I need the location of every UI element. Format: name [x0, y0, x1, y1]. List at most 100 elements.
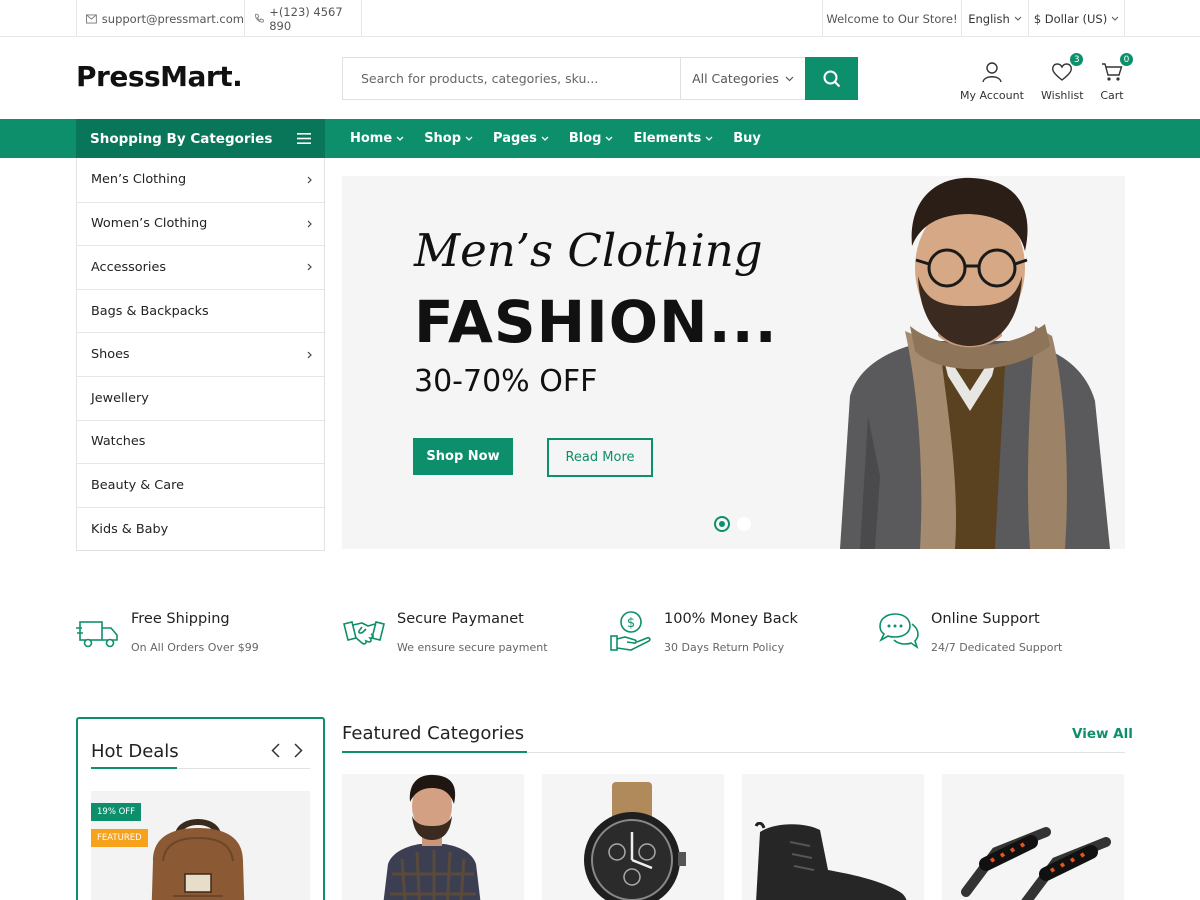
chevron-down-icon: [541, 136, 549, 141]
chevron-left-icon[interactable]: [271, 743, 280, 758]
nav-shop-label: Shop: [424, 131, 462, 146]
shop-now-button[interactable]: Shop Now: [413, 438, 513, 475]
view-all-link[interactable]: View All: [1072, 726, 1133, 742]
search-icon: [823, 70, 840, 87]
hero-model-image: [840, 177, 1110, 549]
handshake-icon: [343, 621, 385, 645]
phone-icon: [255, 13, 264, 23]
nav-blog[interactable]: Blog: [569, 131, 614, 146]
language-label: English: [968, 11, 1010, 26]
money-hand-icon: $: [610, 611, 651, 651]
featured-categories-title: Featured Categories: [342, 723, 525, 744]
nav-home[interactable]: Home: [350, 131, 404, 146]
chevron-down-icon: [705, 136, 713, 141]
chevron-down-icon: [396, 136, 404, 141]
chevron-right-icon: [307, 220, 312, 228]
my-account-label: My Account: [960, 89, 1024, 102]
topbar-email-text: support@pressmart.com: [101, 11, 244, 26]
heart-icon: [1052, 63, 1073, 81]
slider-dot-active[interactable]: [714, 516, 730, 532]
featured-badge: FEATURED: [91, 829, 148, 847]
chevron-right-icon: [307, 176, 312, 184]
topbar-welcome: Welcome to Our Store!: [822, 0, 961, 37]
chevron-down-icon: [1111, 16, 1119, 21]
search-bar: All Categories: [342, 57, 858, 100]
category-sidebar: Men’s Clothing Women’s Clothing Accessor…: [76, 158, 325, 552]
feature-subtitle: 24/7 Dedicated Support: [931, 641, 1063, 654]
topbar-welcome-text: Welcome to Our Store!: [826, 11, 958, 26]
sidebar-item-label: Jewellery: [91, 390, 149, 406]
cart-icon: [1102, 63, 1123, 81]
hot-deals-arrows: [271, 743, 303, 758]
sidebar-item-mens-clothing[interactable]: Men’s Clothing: [77, 158, 324, 202]
search-category-select[interactable]: All Categories: [680, 58, 805, 99]
feature-title: Online Support: [931, 611, 1040, 627]
featured-categories-divider-accent: [342, 751, 527, 753]
wishlist-label: Wishlist: [1041, 89, 1084, 102]
chevron-down-icon: [1014, 16, 1022, 21]
currency-label: $ Dollar (US): [1033, 11, 1108, 26]
search-button[interactable]: [805, 57, 858, 100]
user-icon: [982, 62, 1002, 83]
sidebar-item-jewellery[interactable]: Jewellery: [77, 375, 324, 420]
wishlist-link[interactable]: 3 Wishlist: [1041, 52, 1085, 102]
search-input[interactable]: [343, 58, 680, 99]
feature-free-shipping: Free Shipping On All Orders Over $99: [76, 608, 336, 664]
language-dropdown[interactable]: English: [961, 0, 1028, 37]
sidebar-item-bags-backpacks[interactable]: Bags & Backpacks: [77, 288, 324, 333]
cart-link[interactable]: 0 Cart: [1099, 52, 1134, 102]
pushup-bars-image: [961, 827, 1111, 900]
cart-count-badge: 0: [1119, 52, 1134, 67]
nav-pages[interactable]: Pages: [493, 131, 549, 146]
currency-dropdown[interactable]: $ Dollar (US): [1028, 0, 1125, 37]
category-card-watches[interactable]: [542, 774, 724, 900]
topbar-phone-text: +(123) 4567 890: [269, 4, 343, 33]
nav-blog-label: Blog: [568, 131, 602, 146]
hot-deals-divider-accent: [91, 767, 177, 769]
nav-buy[interactable]: Buy: [733, 131, 761, 146]
nav-elements[interactable]: Elements: [633, 131, 713, 146]
feature-title: 100% Money Back: [664, 611, 798, 627]
sidebar-item-kids-baby[interactable]: Kids & Baby: [77, 506, 324, 551]
topbar-email[interactable]: support@pressmart.com: [76, 0, 244, 37]
feature-money-back: $ 100% Money Back 30 Days Return Policy: [609, 608, 869, 664]
category-card-fitness[interactable]: [942, 774, 1124, 900]
chevron-right-icon: [307, 264, 312, 271]
nav-elements-label: Elements: [633, 131, 702, 146]
discount-badge: 19% OFF: [91, 803, 142, 821]
hero-slider: Men’s Clothing FASHION... 30-70% OFF Sho…: [342, 176, 1125, 549]
hamburger-icon: [297, 133, 311, 144]
topbar-phone[interactable]: +(123) 4567 890: [244, 0, 362, 37]
category-card-shoes[interactable]: [742, 774, 924, 900]
my-account-link[interactable]: My Account: [960, 60, 1024, 102]
categories-toggle-label: Shopping By Categories: [90, 130, 273, 147]
slider-dot[interactable]: [737, 517, 751, 531]
chevron-down-icon: [785, 76, 794, 81]
sidebar-item-beauty-care[interactable]: Beauty & Care: [77, 463, 324, 507]
hot-deals-title: Hot Deals: [91, 741, 179, 762]
feature-secure-payment: Secure Paymanet We ensure secure payment: [342, 608, 602, 664]
hot-deal-product-image[interactable]: 19% OFF FEATURED: [91, 791, 310, 900]
hero-title: FASHION...: [414, 288, 778, 356]
sidebar-item-label: Accessories: [91, 259, 166, 275]
category-card-men[interactable]: [342, 774, 524, 900]
sidebar-item-shoes[interactable]: Shoes: [77, 332, 324, 376]
truck-icon: [76, 621, 118, 648]
nav-pages-label: Pages: [493, 131, 537, 146]
hero-subtitle: 30-70% OFF: [414, 364, 598, 399]
cart-label: Cart: [1100, 89, 1124, 102]
nav-shop[interactable]: Shop: [424, 131, 473, 146]
sidebar-item-label: Bags & Backpacks: [91, 303, 209, 319]
site-logo[interactable]: PressMart.: [76, 60, 243, 93]
main-navigation: Shopping By Categories Home Shop Pages B…: [0, 119, 1200, 158]
chevron-down-icon: [465, 136, 473, 141]
sidebar-item-accessories[interactable]: Accessories: [77, 245, 324, 289]
chevron-down-icon: [606, 136, 613, 141]
read-more-button[interactable]: Read More: [547, 438, 653, 477]
categories-toggle[interactable]: Shopping By Categories: [76, 119, 325, 158]
sidebar-item-womens-clothing[interactable]: Women’s Clothing: [77, 201, 324, 246]
sidebar-item-label: Beauty & Care: [91, 477, 184, 493]
main-menu: Home Shop Pages Blog Elements Buy: [350, 119, 761, 158]
chevron-right-icon[interactable]: [294, 743, 303, 758]
sidebar-item-watches[interactable]: Watches: [77, 419, 324, 464]
